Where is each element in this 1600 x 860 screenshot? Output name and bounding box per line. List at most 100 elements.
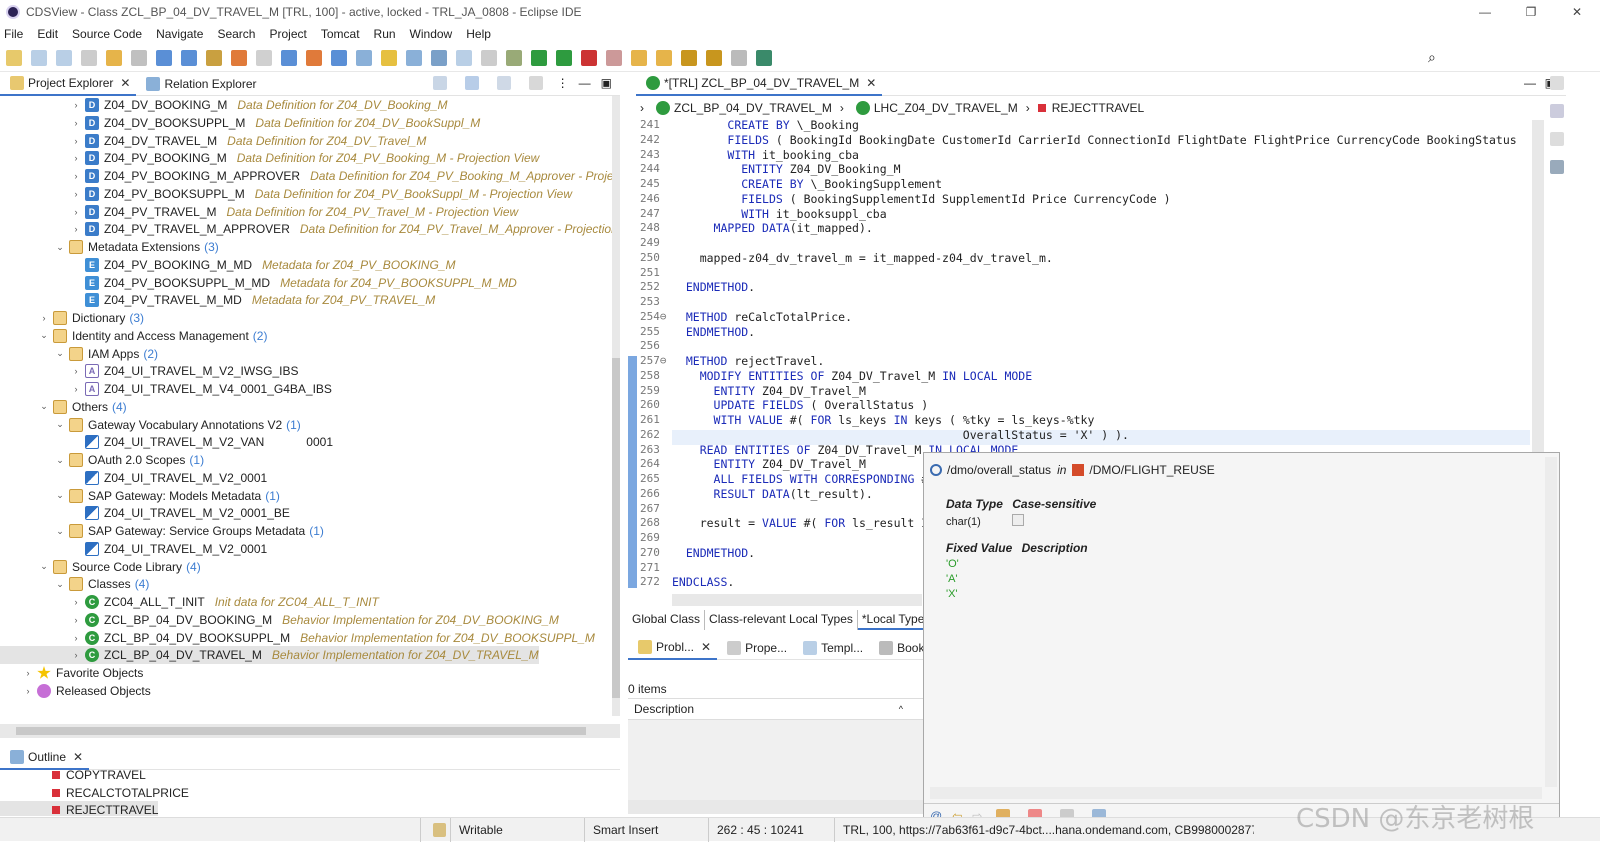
minimize-editor-icon[interactable]: — [1524, 76, 1536, 90]
toolbar-icon[interactable] [181, 49, 197, 66]
toolbar-icon[interactable] [231, 49, 247, 66]
chevron-right-icon[interactable]: › [70, 650, 82, 660]
outline-trim-icon[interactable] [1550, 104, 1564, 118]
restore-icon[interactable] [1550, 132, 1564, 146]
view-menu-icon[interactable]: ⋮ [557, 76, 569, 90]
tree-item[interactable]: ⌄ Others (4) [0, 398, 127, 416]
toolbar-icon[interactable] [481, 49, 497, 66]
chevron-down-icon[interactable]: ⌄ [54, 490, 66, 501]
toolbar-icon[interactable] [281, 49, 297, 66]
toolbar-icon[interactable] [681, 49, 697, 66]
toolbar-icon[interactable] [506, 49, 522, 66]
tree-item[interactable]: › C ZCL_BP_04_DV_BOOKSUPPL_M Behavior Imple… [0, 629, 595, 647]
outline-item[interactable]: REJECTTRAVEL [0, 801, 159, 816]
code-line[interactable]: FIELDS ( BookingId BookingDate CustomerI… [672, 133, 1516, 147]
code-line[interactable]: mapped-z04_dv_travel_m = it_mapped-z04_d… [672, 251, 1053, 265]
chevron-right-icon[interactable]: › [70, 224, 82, 234]
toolbar-icon[interactable] [606, 49, 622, 66]
tab-relation-explorer[interactable]: Relation Explorer [136, 72, 262, 96]
chevron-down-icon[interactable]: ⌄ [54, 419, 66, 430]
chevron-down-icon[interactable]: ⌄ [54, 526, 66, 537]
close-icon[interactable]: ✕ [701, 640, 711, 654]
code-line[interactable]: UPDATE FIELDS ( OverallStatus ) [672, 398, 929, 412]
column-description[interactable]: Description [634, 702, 694, 716]
toolbar-icon[interactable] [156, 49, 172, 66]
toolbar-icon[interactable] [756, 49, 772, 66]
tree-item[interactable]: › D Z04_PV_BOOKING_M Data Definition for Z0… [0, 149, 539, 167]
code-line[interactable]: MAPPED DATA(it_mapped). [672, 221, 873, 235]
toolbar-icon[interactable] [456, 49, 472, 66]
chevron-down-icon[interactable]: ⌄ [54, 455, 66, 466]
code-line[interactable]: FIELDS ( BookingSupplementId SupplementI… [672, 192, 1170, 206]
status-icon[interactable] [420, 817, 450, 842]
toolbar-icon[interactable] [631, 49, 647, 66]
menu-file[interactable]: File [4, 27, 23, 41]
close-icon[interactable]: ✕ [120, 76, 130, 90]
toolbar-icon[interactable] [56, 49, 72, 66]
popup-vscrollbar[interactable] [1545, 457, 1557, 787]
breadcrumb-method[interactable]: REJECTTRAVEL [1052, 101, 1144, 115]
restore-icon[interactable] [1550, 76, 1564, 90]
tree-item[interactable]: › A Z04_UI_TRAVEL_M_V4_0001_G4BA_IBS [0, 380, 332, 398]
chevron-down-icon[interactable]: ⌄ [38, 401, 50, 412]
tab-project-explorer[interactable]: Project Explorer ✕ [0, 72, 137, 96]
breadcrumb-local-class[interactable]: LHC_Z04_DV_TRAVEL_M [874, 101, 1018, 115]
menu-run[interactable]: Run [374, 27, 396, 41]
maximize-button[interactable]: ❐ [1508, 0, 1554, 24]
tree-item[interactable]: Z04_UI_TRAVEL_M_V2_0001_BE [0, 504, 290, 522]
chevron-right-icon[interactable]: › [70, 207, 82, 217]
chevron-right-icon[interactable]: › [70, 615, 82, 625]
chevron-right-icon[interactable]: › [70, 384, 82, 394]
toolbar-icon[interactable] [656, 49, 672, 66]
maximize-view-icon[interactable]: ▣ [601, 76, 612, 90]
tree-item[interactable]: ⌄ Metadata Extensions (3) [0, 238, 219, 256]
code-line[interactable]: RESULT DATA(lt_result). [672, 487, 873, 501]
editor-hscrollbar[interactable] [672, 594, 922, 606]
toolbar-icon[interactable] [331, 49, 347, 66]
chevron-right-icon[interactable]: › [70, 597, 82, 607]
menu-tomcat[interactable]: Tomcat [321, 27, 360, 41]
chevron-right-icon[interactable]: › [70, 136, 82, 146]
code-line[interactable]: METHOD reCalcTotalPrice. [672, 310, 852, 324]
problems-table-header[interactable]: Description ^ [628, 698, 923, 720]
toolbar-icon[interactable] [356, 49, 372, 66]
tree-item[interactable]: E Z04_PV_TRAVEL_M_MD Metadata for Z04_PV_T… [0, 291, 435, 309]
chevron-right-icon[interactable]: › [70, 189, 82, 199]
chevron-right-icon[interactable]: › [70, 366, 82, 376]
tree-item[interactable]: › D Z04_DV_BOOKSUPPL_M Data Definition for … [0, 114, 480, 132]
link-editor-icon[interactable] [464, 76, 479, 90]
toolbar-icon[interactable] [731, 49, 747, 66]
tree-item[interactable]: › Released Objects [0, 682, 151, 700]
chevron-down-icon[interactable]: ⌄ [54, 348, 66, 359]
tab-editor-class[interactable]: *[TRL] ZCL_BP_04_DV_TRAVEL_M ✕ [636, 72, 883, 96]
toolbar-icon[interactable] [406, 49, 422, 66]
toolbar-icon[interactable] [81, 49, 97, 66]
menu-window[interactable]: Window [410, 27, 453, 41]
code-line[interactable]: MODIFY ENTITIES OF Z04_DV_Travel_M IN LO… [672, 369, 1032, 383]
tab-class-relevant-local-types[interactable]: Class-relevant Local Types [705, 610, 858, 630]
outline-item[interactable]: RECALCTOTALPRICE [0, 784, 189, 802]
menu-help[interactable]: Help [466, 27, 491, 41]
tree-item[interactable]: ⌄ OAuth 2.0 Scopes (1) [0, 451, 204, 469]
tree-item[interactable]: › Favorite Objects [0, 664, 143, 682]
toolbar-icon[interactable] [206, 49, 222, 66]
chevron-right-icon[interactable]: › [22, 668, 34, 678]
chevron-down-icon[interactable]: ⌄ [54, 579, 66, 590]
toolbar-icon[interactable] [306, 49, 322, 66]
tree-item[interactable]: › A Z04_UI_TRAVEL_M_V2_IWSG_IBS [0, 362, 299, 380]
code-line[interactable]: WITH it_booksuppl_cba [672, 207, 886, 221]
code-line[interactable]: CREATE BY \_Booking [672, 120, 859, 132]
feed-icon[interactable] [1550, 160, 1564, 174]
chevron-down-icon[interactable]: ⌄ [38, 561, 50, 572]
tree-item[interactable]: › D Z04_PV_TRAVEL_M Data Definition for Z04… [0, 203, 518, 221]
toolbar-icon[interactable] [6, 49, 22, 66]
menu-source-code[interactable]: Source Code [72, 27, 142, 41]
minimize-view-icon[interactable]: — [579, 76, 591, 90]
toolbar-icon[interactable] [431, 49, 447, 66]
filter-icon[interactable] [496, 76, 511, 90]
chevron-down-icon[interactable]: ⌄ [54, 242, 66, 253]
tree-item[interactable]: ⌄ Gateway Vocabulary Annotations V2 (1) [0, 416, 301, 434]
close-icon[interactable]: ✕ [73, 750, 83, 764]
menu-navigate[interactable]: Navigate [156, 27, 203, 41]
code-line[interactable]: ENTITY Z04_DV_Travel_M [672, 457, 866, 471]
